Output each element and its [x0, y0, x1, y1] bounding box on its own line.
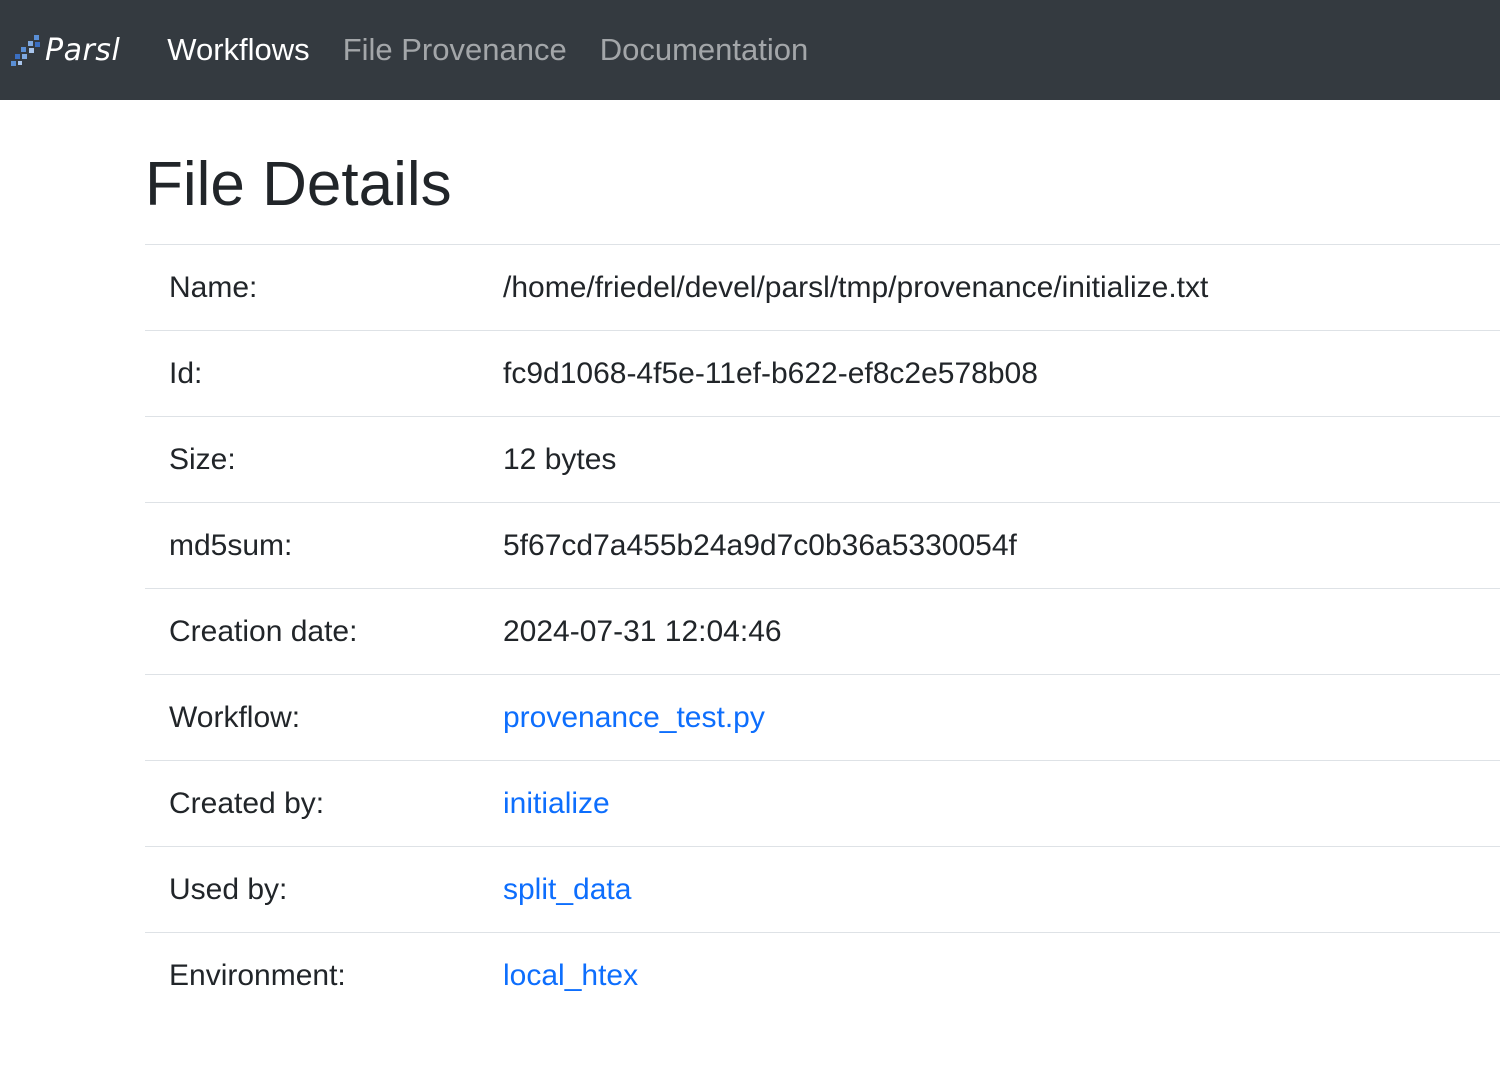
workflow-link[interactable]: provenance_test.py	[503, 701, 765, 734]
nav-links: Workflows File Provenance Documentation	[167, 32, 841, 68]
detail-row-name: Name: /home/friedel/devel/parsl/tmp/prov…	[145, 244, 1500, 331]
detail-label: Environment:	[145, 932, 503, 1018]
detail-value-size: 12 bytes	[503, 416, 1500, 503]
nav-link-documentation[interactable]: Documentation	[600, 32, 809, 68]
main-content: File Details Name: /home/friedel/devel/p…	[145, 100, 1500, 1018]
detail-label: Id:	[145, 330, 503, 417]
nav-link-workflows[interactable]: Workflows	[167, 32, 309, 68]
detail-row-id: Id: fc9d1068-4f5e-11ef-b622-ef8c2e578b08	[145, 330, 1500, 417]
detail-label: Workflow:	[145, 674, 503, 761]
detail-label: Size:	[145, 416, 503, 503]
environment-link[interactable]: local_htex	[503, 959, 638, 992]
detail-value-md5sum: 5f67cd7a455b24a9d7c0b36a5330054f	[503, 502, 1500, 589]
detail-row-created-by: Created by: initialize	[145, 760, 1500, 847]
detail-row-workflow: Workflow: provenance_test.py	[145, 674, 1500, 761]
detail-row-environment: Environment: local_htex	[145, 932, 1500, 1018]
detail-value-name: /home/friedel/devel/parsl/tmp/provenance…	[503, 244, 1500, 331]
created-by-task-link[interactable]: initialize	[503, 787, 610, 820]
detail-label: Creation date:	[145, 588, 503, 675]
parsl-logo[interactable]: Parsl	[8, 20, 120, 80]
detail-value-creation-date: 2024-07-31 12:04:46	[503, 588, 1500, 675]
detail-value-id: fc9d1068-4f5e-11ef-b622-ef8c2e578b08	[503, 330, 1500, 417]
parsl-logo-icon	[11, 35, 40, 66]
detail-row-used-by: Used by: split_data	[145, 846, 1500, 933]
used-by-task-link[interactable]: split_data	[503, 873, 631, 906]
detail-row-md5sum: md5sum: 5f67cd7a455b24a9d7c0b36a5330054f	[145, 502, 1500, 589]
page-title: File Details	[145, 150, 452, 219]
file-details-table: Name: /home/friedel/devel/parsl/tmp/prov…	[145, 244, 1500, 1018]
top-navbar: Parsl Workflows File Provenance Document…	[0, 0, 1500, 100]
nav-link-file-provenance[interactable]: File Provenance	[343, 32, 567, 68]
detail-row-creation-date: Creation date: 2024-07-31 12:04:46	[145, 588, 1500, 675]
detail-label: Created by:	[145, 760, 503, 847]
detail-row-size: Size: 12 bytes	[145, 416, 1500, 503]
brand-name: Parsl	[45, 32, 121, 68]
detail-label: Used by:	[145, 846, 503, 933]
detail-label: Name:	[145, 244, 503, 331]
detail-label: md5sum:	[145, 502, 503, 589]
